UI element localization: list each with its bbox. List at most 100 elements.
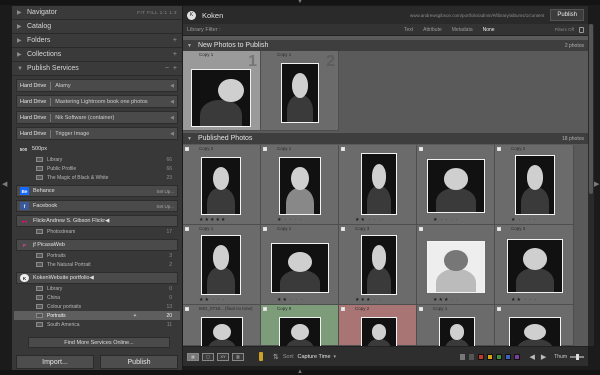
- navigator-zoom-modes[interactable]: FIT FILL 1:1 1:3: [137, 10, 177, 15]
- checkbox[interactable]: [263, 307, 267, 311]
- grid-view-icon[interactable]: ▦: [187, 352, 199, 361]
- photo-thumbnail[interactable]: [439, 317, 475, 346]
- filter-attribute-tab[interactable]: Attribute: [423, 27, 442, 33]
- compare-view-icon[interactable]: XY: [217, 352, 229, 361]
- grid-cell[interactable]: Copy 2: [339, 305, 417, 346]
- collection-item[interactable]: South America 11: [14, 320, 180, 329]
- import-button[interactable]: Import...: [16, 355, 94, 369]
- photo-thumbnail[interactable]: [509, 317, 561, 346]
- grid-cell[interactable]: 2 Copy 1: [261, 51, 339, 131]
- grid-cell[interactable]: Copy 1 ★ · · · ·: [261, 145, 339, 225]
- add-service-icon[interactable]: +: [173, 65, 177, 72]
- photo-thumbnail[interactable]: [427, 241, 485, 293]
- top-panel-toggle-icon[interactable]: ▼: [297, 0, 303, 5]
- reject-flag-icon[interactable]: [469, 353, 475, 360]
- grid-cell[interactable]: 1 Copy 1: [183, 51, 261, 131]
- loupe-view-icon[interactable]: ▢: [202, 352, 214, 361]
- scrollbar-thumb[interactable]: [589, 24, 593, 194]
- collections-header[interactable]: ▶ Collections +: [12, 48, 182, 62]
- purple-label-swatch[interactable]: [514, 353, 521, 360]
- grid-cell[interactable]: ★★★ · ·: [417, 225, 495, 305]
- checkbox[interactable]: [341, 147, 345, 151]
- blue-label-swatch[interactable]: [505, 353, 512, 360]
- bottom-panel-toggle-icon[interactable]: ▲: [297, 369, 303, 375]
- collection-item[interactable]: Library 66: [14, 155, 180, 164]
- checkbox[interactable]: [341, 307, 345, 311]
- grid-cell[interactable]: Copy 3 ★★ · · ·: [495, 225, 574, 305]
- filter-none-tab[interactable]: None: [483, 27, 495, 33]
- yellow-label-swatch[interactable]: [487, 353, 494, 360]
- sort-dropdown[interactable]: Capture Time: [298, 354, 331, 360]
- rating-stars[interactable]: ★ · · · ·: [277, 217, 303, 223]
- grid-cell[interactable]: Copy 1 ★★ · · ·: [261, 225, 339, 305]
- checkbox[interactable]: [419, 147, 423, 151]
- filter-text-tab[interactable]: Text: [404, 27, 413, 33]
- collection-item[interactable]: Portraits 3: [14, 251, 180, 260]
- service-url[interactable]: www.andrewsgibson.com/portfolio/admin/#/…: [410, 13, 544, 18]
- grid-cell[interactable]: Copy 2 ★ · · · ·: [495, 145, 574, 225]
- right-panel-toggle-icon[interactable]: ▶: [594, 180, 599, 188]
- green-label-swatch[interactable]: [496, 353, 503, 360]
- grid-cell[interactable]: [495, 305, 574, 346]
- grid-cell[interactable]: Copy 2 ★★★★★: [183, 145, 261, 225]
- checkbox[interactable]: [185, 147, 189, 151]
- expand-arrow-icon[interactable]: ◀: [170, 83, 174, 89]
- setup-button[interactable]: Set Up...: [156, 204, 174, 209]
- grid-cell[interactable]: IMG_0719... (final no tone): [183, 305, 261, 346]
- service-hard-drive-mastering[interactable]: Hard Drive Mastering Lightroom book one …: [16, 95, 178, 108]
- service-hard-drive-nik[interactable]: Hard Drive Nik Software (container) ◀: [16, 111, 178, 124]
- photo-thumbnail[interactable]: [361, 235, 397, 295]
- photo-thumbnail[interactable]: [515, 155, 555, 215]
- checkbox[interactable]: [263, 227, 267, 231]
- previous-photo-icon[interactable]: ◀: [529, 353, 534, 361]
- thumbnail-size-slider[interactable]: [570, 353, 584, 360]
- catalog-header[interactable]: ▶ Catalog: [12, 20, 182, 34]
- lock-icon[interactable]: [579, 26, 584, 33]
- checkbox[interactable]: [341, 227, 345, 231]
- published-photos-header[interactable]: ▼ Published Photos 18 photos: [183, 133, 588, 144]
- checkbox[interactable]: [497, 307, 501, 311]
- photo-thumbnail[interactable]: [427, 159, 485, 213]
- left-panel-toggle-icon[interactable]: ◀: [2, 180, 7, 188]
- publish-top-button[interactable]: Publish: [550, 9, 584, 21]
- service-500px[interactable]: 500 500px: [16, 143, 178, 155]
- photo-thumbnail[interactable]: [279, 317, 321, 346]
- publish-button[interactable]: Publish: [100, 355, 178, 369]
- navigator-header[interactable]: ▶ Navigator FIT FILL 1:1 1:3: [12, 6, 182, 20]
- rating-stars[interactable]: ★★★ · ·: [433, 297, 460, 303]
- photo-thumbnail[interactable]: [201, 317, 243, 346]
- filters-off-dropdown[interactable]: Filters Off: [555, 27, 574, 32]
- rating-stars[interactable]: ★★ · · ·: [511, 297, 537, 303]
- photo-thumbnail[interactable]: [361, 317, 397, 346]
- checkbox[interactable]: [497, 227, 501, 231]
- survey-view-icon[interactable]: ▥: [232, 352, 244, 361]
- chevron-down-icon[interactable]: ▾: [334, 354, 337, 360]
- service-koken[interactable]: K Koken Website portfolio ◀: [16, 272, 178, 284]
- rating-stars[interactable]: ★★★★★: [199, 217, 226, 223]
- expand-arrow-icon[interactable]: ◀: [105, 218, 109, 224]
- photo-thumbnail[interactable]: [507, 239, 563, 293]
- expand-arrow-icon[interactable]: ◀: [89, 275, 93, 281]
- photo-thumbnail[interactable]: [281, 63, 319, 123]
- sort-direction-icon[interactable]: ⇅: [273, 353, 279, 361]
- service-picasa[interactable]: P jf PicasaWeb: [16, 239, 178, 251]
- checkbox[interactable]: [419, 227, 423, 231]
- rating-stars[interactable]: ★ · · · ·: [433, 217, 459, 223]
- collection-item[interactable]: Library 0: [14, 284, 180, 293]
- checkbox[interactable]: [419, 307, 423, 311]
- collection-item[interactable]: The Natural Portrait 2: [14, 260, 180, 269]
- flag-icon[interactable]: [460, 353, 466, 360]
- service-flickr[interactable]: ●● Flickr Andrew S. Gibson Flickr ◀: [16, 215, 178, 227]
- checkbox[interactable]: [185, 227, 189, 231]
- checkbox[interactable]: [497, 147, 501, 151]
- rating-stars[interactable]: ★★ · · ·: [277, 297, 303, 303]
- photo-thumbnail[interactable]: [201, 157, 241, 215]
- collection-item[interactable]: Photostream 17: [14, 227, 180, 236]
- add-collection-icon[interactable]: +: [173, 51, 177, 58]
- rating-stars[interactable]: ★★ · · ·: [355, 217, 381, 223]
- photo-thumbnail[interactable]: [279, 157, 321, 215]
- rating-stars[interactable]: ★★★ · ·: [355, 297, 382, 303]
- rating-stars[interactable]: ★ · · · ·: [511, 217, 537, 223]
- checkbox[interactable]: [263, 147, 267, 151]
- service-hard-drive-trigger[interactable]: Hard Drive Trigger Image ◀: [16, 127, 178, 140]
